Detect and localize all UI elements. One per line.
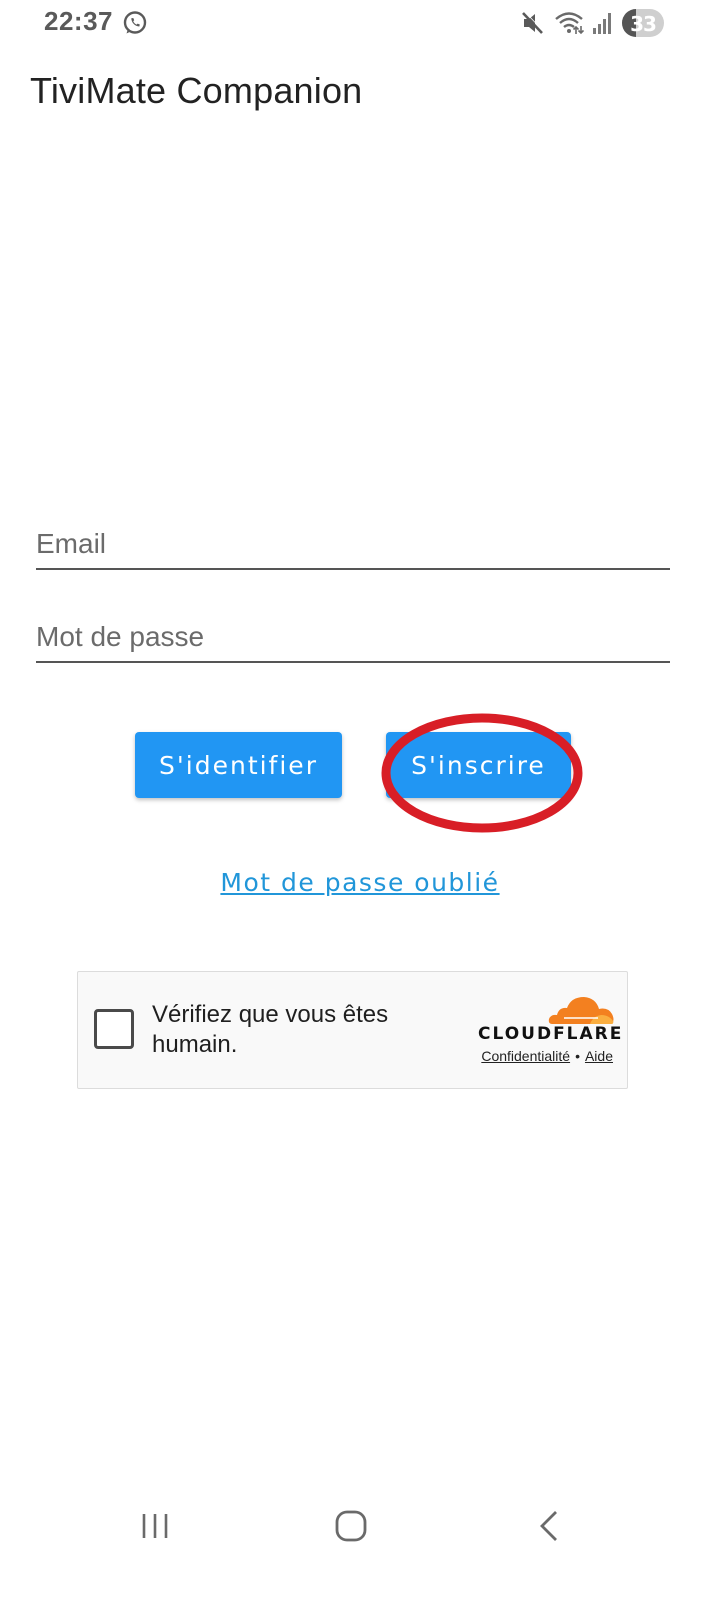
recents-icon (142, 1514, 168, 1538)
back-icon (540, 1511, 557, 1541)
register-button[interactable]: S'inscrire (386, 732, 571, 798)
forgot-password-link[interactable]: Mot de passe oublié (0, 868, 720, 897)
wifi-icon (554, 10, 584, 36)
home-button[interactable] (321, 1502, 381, 1550)
mute-icon (520, 10, 546, 36)
email-field (36, 522, 670, 570)
help-link[interactable]: Aide (585, 1048, 613, 1064)
links-separator: • (575, 1048, 580, 1064)
recents-button[interactable] (125, 1502, 185, 1550)
status-icons: 33 (520, 8, 664, 38)
signal-icon (592, 11, 614, 35)
navigation-bar (0, 1490, 720, 1560)
login-button[interactable]: S'identifier (135, 732, 342, 798)
battery-level: 33 (630, 12, 657, 36)
password-input[interactable] (36, 615, 670, 659)
password-field (36, 615, 670, 663)
captcha-links: Confidentialité • Aide (481, 1048, 613, 1064)
home-icon (335, 1510, 367, 1542)
status-time: 22:37 (44, 6, 113, 36)
captcha-label: Vérifiez que vous êtes humain. (152, 1001, 389, 1058)
captcha-widget: Vérifiez que vous êtes humain. CLOUDFLAR… (77, 971, 628, 1089)
app-title: TiviMate Companion (30, 70, 363, 111)
cloudflare-wordmark: CLOUDFLARE (478, 1024, 624, 1044)
whatsapp-icon (122, 10, 148, 36)
privacy-link[interactable]: Confidentialité (481, 1048, 570, 1064)
back-button[interactable] (519, 1502, 579, 1550)
status-bar: 22:37 33 (0, 0, 720, 46)
battery-icon: 33 (622, 9, 664, 37)
screen: 22:37 33 TiviMate Companion Email S'iden… (0, 0, 720, 1600)
cloudflare-logo-icon (548, 997, 614, 1024)
email-input[interactable] (36, 522, 670, 566)
captcha-checkbox[interactable] (94, 1009, 134, 1049)
